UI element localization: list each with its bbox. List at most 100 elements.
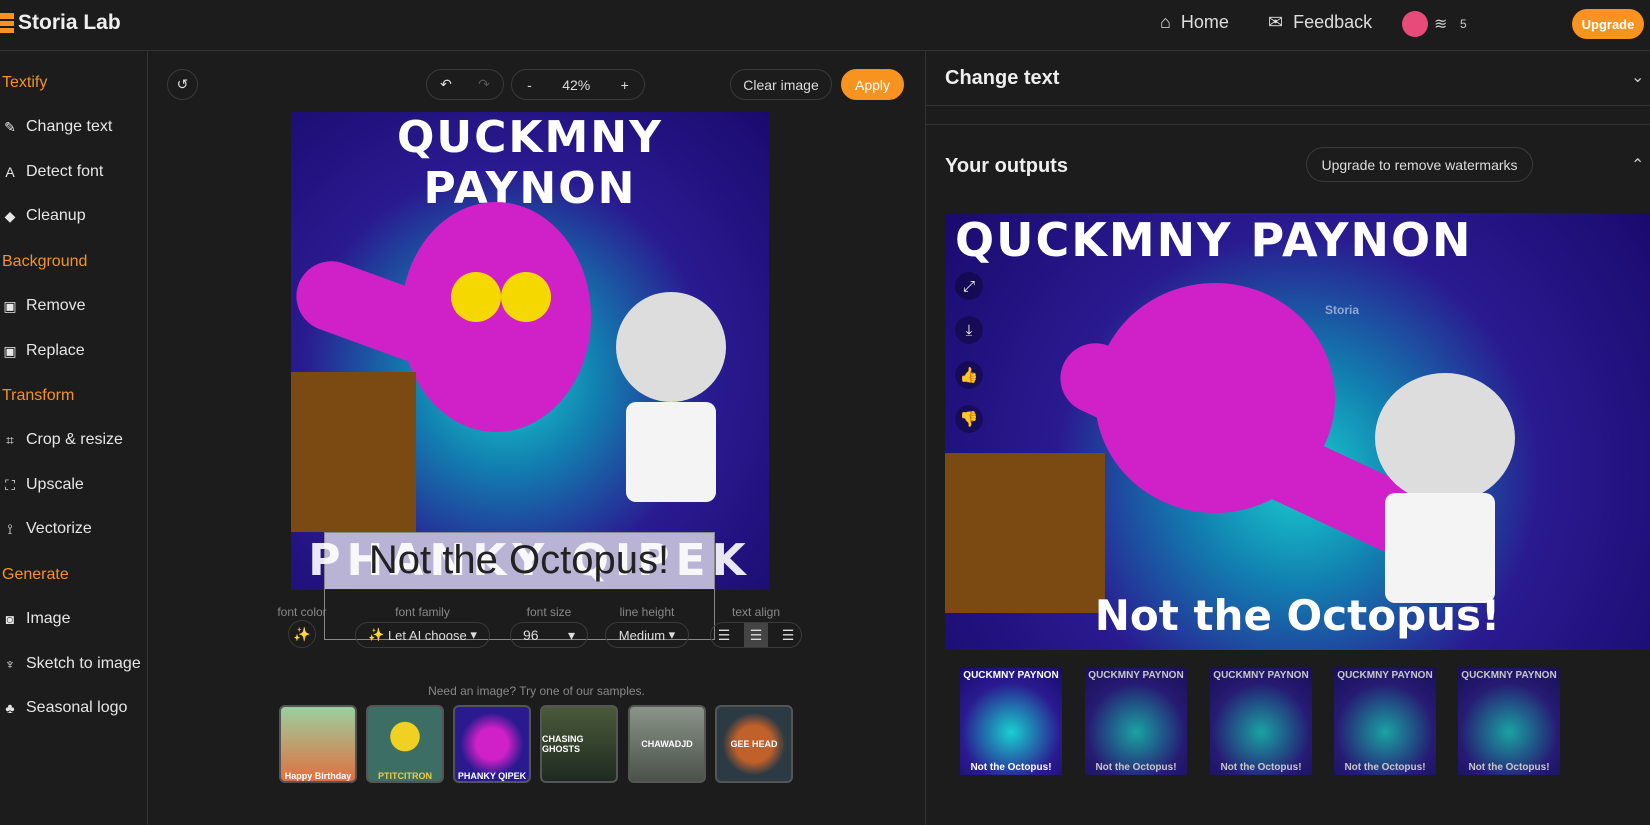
canvas-image[interactable]: QUCKMNY PAYNON <box>291 112 769 590</box>
sample-label: GEE HEAD <box>730 739 778 749</box>
apply-button[interactable]: Apply <box>841 69 904 100</box>
font-size-value: 96 <box>523 627 539 643</box>
output-image[interactable]: QUCKMNY PAYNON Storia Not the Octopus! <box>945 213 1650 650</box>
section-textify: Textify <box>2 74 48 91</box>
sample-thumbnail[interactable]: GEE HEAD <box>715 705 793 783</box>
sample-label: CHASING GHOSTS <box>542 734 584 754</box>
undo-icon[interactable]: ↶ <box>440 76 452 93</box>
text-overlay[interactable]: Not the Octopus! <box>369 532 669 589</box>
sidebar-item-change-text[interactable]: ✎ Change text <box>2 118 112 136</box>
vector-icon: ⟟ <box>7 520 13 537</box>
home-icon: ⌂ <box>1160 12 1171 32</box>
item-label: Seasonal logo <box>26 699 128 716</box>
font-color-label: font color <box>277 605 327 619</box>
font-color-button[interactable]: ✨ <box>288 620 316 648</box>
zoom-level: 42% <box>562 76 591 93</box>
zoom-in-button[interactable]: + <box>621 77 629 93</box>
font-icon: A <box>5 164 15 180</box>
thumb-text: Not the Octopus! <box>1468 762 1550 773</box>
avatar[interactable] <box>1402 11 1428 37</box>
home-link[interactable]: ⌂ Home <box>1160 12 1229 33</box>
logo-icon <box>0 13 14 33</box>
cabinet <box>945 453 1105 613</box>
sample-label: CHAWADJD <box>641 739 693 749</box>
mail-icon: ✉ <box>1268 12 1284 32</box>
sample-thumbnail[interactable]: PTITCITRON <box>366 705 444 783</box>
chevron-up-icon[interactable]: ⌃ <box>1631 155 1644 175</box>
thumb-text: Not the Octopus! <box>1344 762 1426 773</box>
expand-icon: ⛶ <box>5 476 15 493</box>
thumb-title: QUCKMNY PAYNON <box>963 670 1059 681</box>
image-title-text: QUCKMNY PAYNON <box>397 112 663 214</box>
font-size-label: font size <box>526 605 572 619</box>
caret-down-icon: ▾ <box>567 626 575 643</box>
line-height-value: Medium <box>618 627 666 643</box>
font-family-select[interactable]: ✨ Let AI choose ▾ <box>355 622 490 648</box>
top-bar: Storia Lab ⌂ Home ✉ Feedback ≋ 5 Upgrade <box>0 0 1650 51</box>
sidebar-item-cleanup[interactable]: ◆ Cleanup <box>2 207 86 225</box>
sidebar-item-image[interactable]: ◙ Image <box>2 610 71 628</box>
brand-name: Storia Lab <box>18 11 121 34</box>
pen-icon: ✎ <box>4 118 16 135</box>
section-generate: Generate <box>2 566 69 583</box>
sidebar-item-detect-font[interactable]: A Detect font <box>2 163 103 181</box>
chevron-down-icon[interactable]: ⌄ <box>1631 67 1644 87</box>
sample-thumbnail[interactable]: CHASING GHOSTS <box>540 705 618 783</box>
output-thumbnail[interactable]: QUCKMNY PAYNON Not the Octopus! <box>1210 668 1312 775</box>
eye <box>501 272 551 322</box>
crop-icon: ⌗ <box>6 431 14 448</box>
item-label: Vectorize <box>26 520 92 537</box>
upgrade-button[interactable]: Upgrade <box>1572 9 1644 39</box>
home-label: Home <box>1180 12 1229 32</box>
output-thumbnail[interactable]: QUCKMNY PAYNON Not the Octopus! <box>1085 668 1187 775</box>
sample-thumbnail[interactable]: Happy Birthday <box>279 705 357 783</box>
sidebar-item-replace[interactable]: ▣ Replace <box>2 342 85 360</box>
item-label: Detect font <box>26 163 104 180</box>
download-icon[interactable]: ⤓ <box>955 316 983 344</box>
clear-image-button[interactable]: Clear image <box>730 69 832 100</box>
align-right-icon[interactable]: ☰ <box>782 627 795 644</box>
sidebar-item-upscale[interactable]: ⛶ Upscale <box>2 476 84 494</box>
feedback-link[interactable]: ✉ Feedback <box>1268 12 1372 33</box>
image-icon: ▣ <box>3 342 17 359</box>
sample-thumbnail[interactable]: CHAWADJD <box>628 705 706 783</box>
undo-redo-group: ↶ ↷ <box>426 69 504 100</box>
scientist-body <box>626 402 716 502</box>
thumbs-down-icon[interactable]: 👎 <box>955 405 983 433</box>
sample-label: Happy Birthday <box>284 771 352 781</box>
sidebar: Textify ✎ Change text A Detect font ◆ Clean… <box>0 51 148 825</box>
thumb-text: Not the Octopus! <box>1220 762 1302 773</box>
history-button[interactable]: ↺ <box>167 69 198 100</box>
change-text-heading[interactable]: Change text <box>945 67 1059 90</box>
zoom-out-button[interactable]: - <box>527 77 532 93</box>
sidebar-item-seasonal-logo[interactable]: ♣ Seasonal logo <box>2 699 127 717</box>
remove-watermarks-button[interactable]: Upgrade to remove watermarks <box>1306 147 1533 182</box>
thumb-text: Not the Octopus! <box>1095 762 1177 773</box>
sidebar-item-crop[interactable]: ⌗ Crop & resize <box>2 431 123 449</box>
eye <box>451 272 501 322</box>
align-left-icon[interactable]: ☰ <box>718 627 731 644</box>
outputs-heading: Your outputs <box>945 155 1068 177</box>
zoom-control: - 42% + <box>511 69 645 100</box>
output-thumbnail[interactable]: QUCKMNY PAYNON Not the Octopus! <box>1334 668 1436 775</box>
output-thumbnail[interactable]: QUCKMNY PAYNON Not the Octopus! <box>1458 668 1560 775</box>
expand-icon[interactable]: ⤢ <box>955 272 983 300</box>
thumbs-up-icon[interactable]: 👍 <box>955 361 983 389</box>
sidebar-item-vectorize[interactable]: ⟟ Vectorize <box>2 520 92 538</box>
font-size-select[interactable]: 96 ▾ <box>510 622 588 648</box>
cabinet <box>291 372 416 532</box>
output-overlay-text: Not the Octopus! <box>1094 591 1501 640</box>
samples-prompt: Need an image? Try one of our samples. <box>428 684 645 698</box>
item-label: Replace <box>26 342 85 359</box>
sample-thumbnail[interactable]: PHANKY QIPEK <box>453 705 531 783</box>
sidebar-item-remove[interactable]: ▣ Remove <box>2 297 85 315</box>
output-thumbnail[interactable]: QUCKMNY PAYNON Not the Octopus! <box>960 668 1062 775</box>
sidebar-item-sketch[interactable]: ♆ Sketch to image <box>2 655 141 673</box>
redo-icon[interactable]: ↷ <box>478 76 490 93</box>
line-height-select[interactable]: Medium ▾ <box>605 622 689 648</box>
logo[interactable]: Storia Lab <box>0 11 121 35</box>
scientist-head <box>1375 373 1515 503</box>
align-center-icon[interactable]: ☰ <box>743 623 769 647</box>
item-label: Upscale <box>26 476 84 493</box>
image-icon: ▣ <box>3 297 17 314</box>
